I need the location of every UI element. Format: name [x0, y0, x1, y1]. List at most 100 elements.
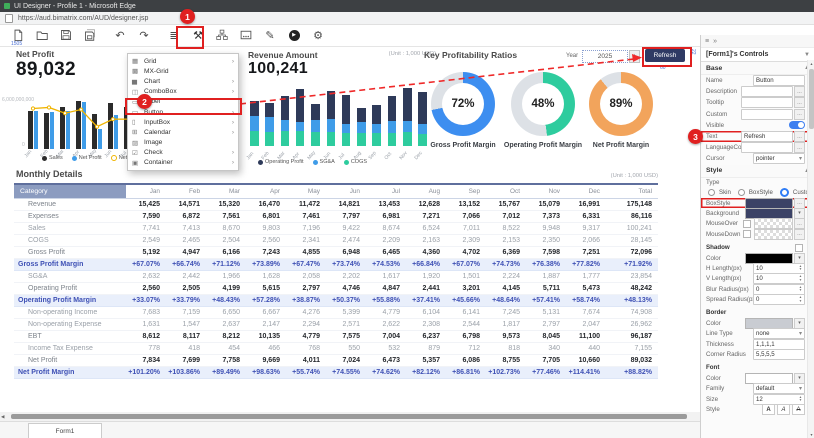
transparent-swatch[interactable]	[754, 229, 793, 240]
address-bar[interactable]: https://aud.bimatrix.com/AUD/designer.js…	[0, 12, 814, 25]
menu-item-chart[interactable]: ▅Chart›	[128, 76, 238, 86]
revenue-kpi: 100,241	[248, 60, 308, 78]
property-input[interactable]: 1,1,1,1	[753, 339, 805, 350]
panel-menu-icon[interactable]: ≡	[705, 38, 709, 45]
menu-item-grid[interactable]: ▦Grid›	[128, 56, 238, 66]
dropdown-button[interactable]: ▾	[794, 208, 805, 219]
ellipsis-button[interactable]: …	[794, 229, 805, 240]
year-spinner-icon[interactable]: ▲▼	[629, 50, 640, 63]
ellipsis-button[interactable]: …	[794, 97, 805, 108]
save-icon[interactable]	[54, 27, 78, 44]
save-as-icon[interactable]	[78, 27, 102, 44]
ellipsis-button[interactable]: …	[794, 86, 805, 97]
undo-icon[interactable]: ↶	[108, 27, 132, 44]
panel-scrollbar[interactable]: ▲ ▼	[807, 60, 814, 438]
url-text[interactable]: https://aud.bimatrix.com/AUD/designer.js…	[18, 15, 148, 22]
cell-value: 7,066	[446, 211, 486, 223]
section-header-base[interactable]: Base▲	[701, 62, 814, 75]
stepper-arrows-icon[interactable]: ▲▼	[799, 296, 802, 303]
dropdown-button[interactable]: ▾	[794, 318, 805, 329]
color-swatch[interactable]	[745, 318, 793, 329]
property-input[interactable]: 5,5,5,5	[753, 349, 805, 360]
radio-option-skin[interactable]: Skin	[708, 189, 731, 196]
menu-item-check[interactable]: ☑Check›	[128, 148, 238, 158]
stepper-input[interactable]: 0▲▼	[753, 294, 805, 305]
horizontal-scroll-thumb[interactable]	[11, 414, 687, 419]
checkbox-icon[interactable]	[795, 244, 803, 252]
stepper-arrows-icon[interactable]: ▲▼	[799, 286, 802, 293]
italic-button[interactable]: A	[777, 404, 790, 415]
panel-collapse-icon[interactable]: »	[713, 38, 717, 45]
ellipsis-button[interactable]: …	[794, 198, 805, 209]
year-label: Year	[566, 53, 578, 59]
monthly-details-title: Monthly Details	[16, 169, 83, 179]
edit-icon[interactable]: ✎	[258, 27, 282, 44]
widget-tools-icon[interactable]: ⚒	[186, 27, 210, 44]
stepper-input[interactable]: 12▲▼	[753, 394, 805, 405]
property-select[interactable]: default▾	[753, 383, 805, 394]
transparent-swatch[interactable]	[754, 218, 793, 229]
legend-label: Net Profit	[79, 155, 102, 161]
property-input[interactable]	[741, 97, 793, 108]
insert-control-menu: ▦Grid›▩MX-Grid▅Chart›◫ComboBox›▭Label▭Bu…	[127, 53, 239, 171]
ellipsis-button[interactable]: …	[794, 131, 805, 142]
menu-item-label: MX-Grid	[144, 68, 234, 75]
property-select[interactable]: pointer▾	[753, 153, 805, 164]
dataset-icon[interactable]: ≣	[162, 27, 186, 44]
property-label: Spread Radius(px)	[706, 296, 753, 303]
stepper-arrows-icon[interactable]: ▲▼	[799, 396, 802, 403]
panel-scroll-thumb[interactable]	[809, 69, 814, 129]
hierarchy-icon[interactable]	[210, 27, 234, 44]
scroll-down-icon[interactable]: ▼	[808, 431, 814, 438]
settings-icon[interactable]: ⚙	[306, 27, 330, 44]
dropdown-button[interactable]: ▾	[794, 373, 805, 384]
property-input[interactable]	[741, 86, 793, 97]
panel-header[interactable]: [Form1]'s Controls ▼	[701, 48, 814, 62]
radio-option-boxstyle[interactable]: BoxStyle	[738, 189, 773, 196]
tab-form1[interactable]: Form1	[28, 423, 102, 438]
section-header-style[interactable]: Style▲	[701, 165, 814, 178]
ellipsis-button[interactable]: …	[794, 142, 805, 153]
run-icon[interactable]: ▶	[282, 27, 306, 44]
color-swatch[interactable]	[745, 198, 793, 209]
cell-value: +103.86%	[166, 367, 206, 379]
menu-item-inputbox[interactable]: ▯InputBox›	[128, 117, 238, 127]
strikethrough-button[interactable]: A	[792, 404, 805, 415]
property-input[interactable]: Refresh	[741, 131, 793, 142]
color-swatch[interactable]	[745, 208, 793, 219]
redo-icon[interactable]: ↷	[132, 27, 156, 44]
stepper-input[interactable]: 10▲▼	[753, 263, 805, 274]
stepper-arrows-icon[interactable]: ▲▼	[799, 265, 802, 272]
menu-item-calendar[interactable]: ⊞Calendar›	[128, 127, 238, 137]
property-select[interactable]: none▾	[753, 328, 805, 339]
stepper-input[interactable]: 0▲▼	[753, 284, 805, 295]
refresh-button[interactable]: Refresh	[645, 49, 685, 62]
scroll-left-icon[interactable]: ◀	[1, 414, 4, 420]
open-folder-icon[interactable]	[30, 27, 54, 44]
color-swatch[interactable]	[745, 253, 793, 264]
menu-item-mx-grid[interactable]: ▩MX-Grid	[128, 66, 238, 76]
color-swatch[interactable]	[745, 373, 793, 384]
ellipsis-button[interactable]: …	[794, 218, 805, 229]
ellipsis-button[interactable]: …	[794, 109, 805, 120]
stepper-arrows-icon[interactable]: ▲▼	[799, 275, 802, 282]
property-label: BoxStyle	[706, 200, 745, 207]
script-box-icon[interactable]	[234, 27, 258, 44]
checkbox-icon[interactable]	[743, 230, 751, 238]
menu-item-label: Chart	[144, 78, 232, 85]
property-input[interactable]: Button	[753, 75, 805, 86]
menu-item-image[interactable]: ▨Image	[128, 138, 238, 148]
year-input[interactable]: 2025	[582, 50, 628, 63]
checkbox-icon[interactable]	[743, 220, 751, 228]
design-canvas[interactable]: Net Profit 89,032 6,000,000,000 0 JanFeb…	[0, 46, 700, 413]
horizontal-scrollbar[interactable]: ◀	[0, 412, 700, 421]
property-input[interactable]	[741, 142, 793, 153]
dropdown-button[interactable]: ▾	[794, 253, 805, 264]
property-input[interactable]	[741, 109, 793, 120]
scroll-up-icon[interactable]: ▲	[808, 60, 814, 67]
stepper-input[interactable]: 10▲▼	[753, 273, 805, 284]
revenue-chart[interactable]	[250, 86, 434, 146]
menu-item-container[interactable]: ▣Container›	[128, 158, 238, 168]
visible-toggle[interactable]	[789, 121, 805, 129]
bold-button[interactable]: A	[762, 404, 775, 415]
